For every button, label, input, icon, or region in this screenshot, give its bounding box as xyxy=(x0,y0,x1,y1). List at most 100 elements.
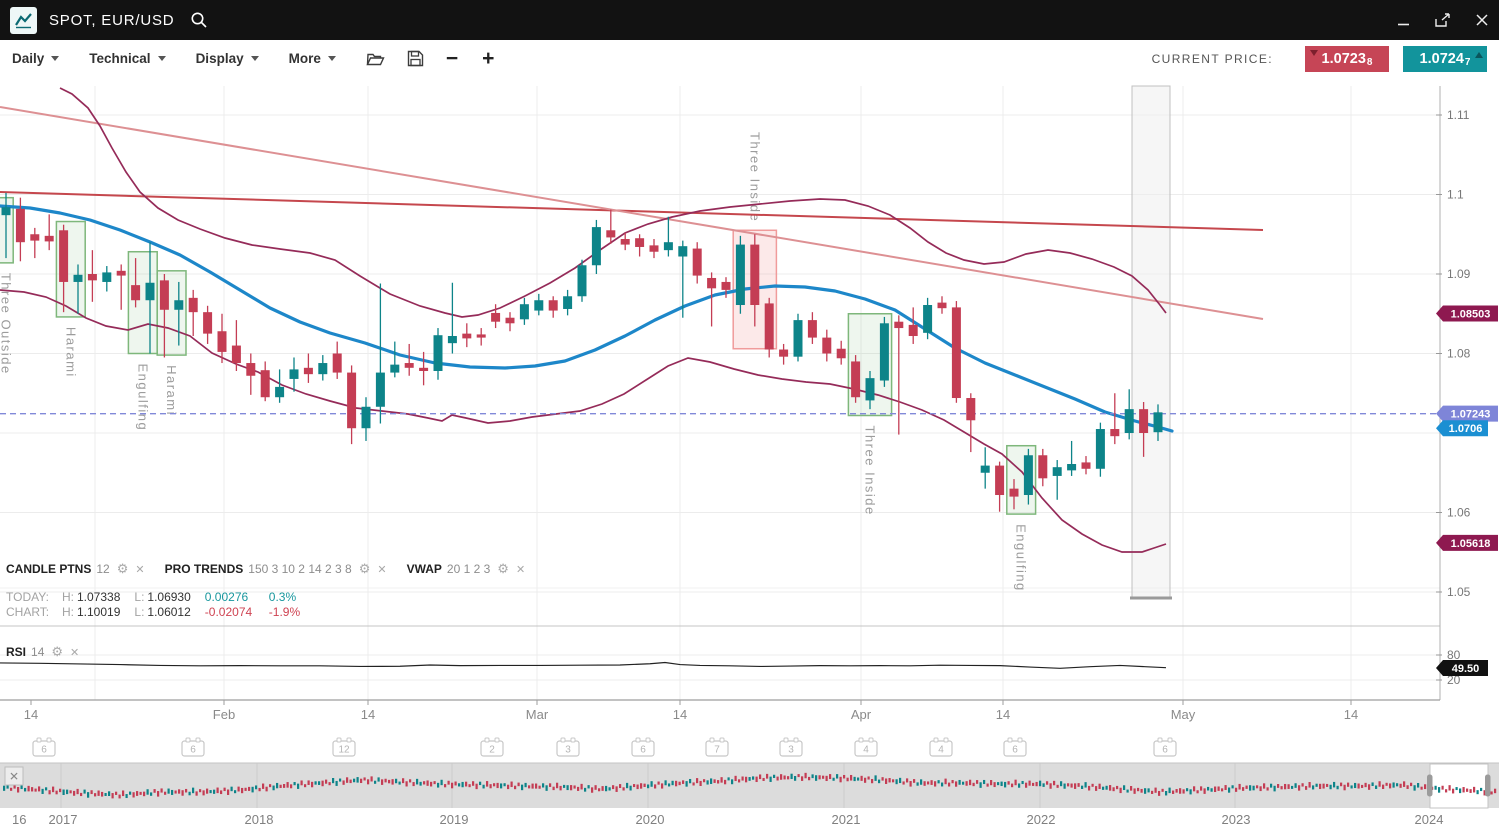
gear-icon[interactable]: ⚙ xyxy=(497,561,509,577)
calendar-icon[interactable]: 6 xyxy=(1004,738,1026,756)
candle-body xyxy=(1154,412,1163,432)
ask-price: 1.0724 xyxy=(1420,51,1464,67)
price-chart-canvas[interactable]: Three OutsideHaramiEngulfingHaramiThree … xyxy=(0,77,1499,831)
candle-body xyxy=(851,361,860,397)
menu-technical[interactable]: Technical xyxy=(89,51,165,66)
time-tick-label: 14 xyxy=(361,707,375,722)
candle-body xyxy=(938,303,947,309)
chart-change-pct: -1.9% xyxy=(269,605,300,619)
close-icon[interactable]: ✕ xyxy=(516,563,525,576)
price-tick-label: 1.08 xyxy=(1447,347,1471,361)
candle-body xyxy=(88,274,97,280)
candle-body xyxy=(434,335,443,371)
candle-body xyxy=(59,230,68,282)
candle-body xyxy=(290,369,299,379)
ask-price-subdigit: 7 xyxy=(1465,57,1471,72)
navigator-selection-window[interactable] xyxy=(1430,764,1488,808)
calendar-icon[interactable]: 6 xyxy=(1154,738,1176,756)
candle-body xyxy=(578,265,587,296)
time-tick-label: 14 xyxy=(1344,707,1358,722)
today-label: TODAY: xyxy=(6,590,62,604)
navigator-handle-right[interactable] xyxy=(1485,775,1491,797)
svg-text:7: 7 xyxy=(714,745,720,756)
candle-body xyxy=(1096,429,1105,469)
pattern-label: Harami xyxy=(63,327,78,378)
menu-technical-label: Technical xyxy=(89,51,150,66)
calendar-icon[interactable]: 3 xyxy=(557,738,579,756)
calendar-icon[interactable]: 4 xyxy=(855,738,877,756)
pattern-label: Three Inside xyxy=(747,132,762,222)
menu-more[interactable]: More xyxy=(289,51,336,66)
calendar-icon[interactable]: 6 xyxy=(33,738,55,756)
chart-area[interactable]: Three OutsideHaramiEngulfingHaramiThree … xyxy=(0,77,1499,831)
bid-price-box[interactable]: 1.07238 xyxy=(1305,46,1389,72)
calendar-icon[interactable]: 4 xyxy=(930,738,952,756)
candle-body xyxy=(30,234,39,240)
calendar-icon[interactable]: 6 xyxy=(182,738,204,756)
candle-body xyxy=(808,320,817,337)
candle-body xyxy=(779,350,788,357)
close-icon[interactable] xyxy=(1475,13,1489,27)
navigator-handle-left[interactable] xyxy=(1427,775,1433,797)
calendar-icon[interactable]: 2 xyxy=(481,738,503,756)
open-folder-icon[interactable] xyxy=(366,51,385,67)
close-icon[interactable]: ✕ xyxy=(135,563,144,576)
navigator-year-label: 2017 xyxy=(49,812,78,827)
gear-icon[interactable]: ⚙ xyxy=(51,644,63,660)
menu-display[interactable]: Display xyxy=(196,51,259,66)
svg-text:6: 6 xyxy=(41,745,47,756)
candle-body xyxy=(174,300,183,310)
candle-body xyxy=(2,207,11,215)
candle-body xyxy=(1038,455,1047,478)
popout-icon[interactable] xyxy=(1434,13,1451,28)
time-tick-label: 14 xyxy=(673,707,687,722)
close-icon[interactable]: ✕ xyxy=(70,646,79,659)
candle-body xyxy=(117,271,126,276)
price-tick-label: 1.1 xyxy=(1447,188,1464,202)
navigator-year-label: 2021 xyxy=(832,812,861,827)
today-high-value: 1.07338 xyxy=(77,590,120,604)
time-axis[interactable]: 14Feb14Mar14Apr14May14 xyxy=(24,700,1358,722)
zoom-out-button[interactable]: − xyxy=(446,49,458,69)
bid-price-subdigit: 8 xyxy=(1367,57,1373,72)
candle-body xyxy=(765,303,774,349)
calendar-icon[interactable]: 12 xyxy=(333,738,355,756)
candle-body xyxy=(203,312,212,333)
candle-body xyxy=(981,466,990,473)
calendar-icon[interactable]: 6 xyxy=(632,738,654,756)
candle-body xyxy=(261,370,270,397)
navigator-panel[interactable]: ✕1620172018201920202021202220232024 xyxy=(0,763,1499,827)
close-icon[interactable]: ✕ xyxy=(377,563,386,576)
gear-icon[interactable]: ⚙ xyxy=(359,561,371,577)
candle-body xyxy=(549,300,558,310)
time-tick-label: Feb xyxy=(213,707,235,722)
candle-body xyxy=(131,285,140,300)
candle-body xyxy=(318,363,327,374)
ask-price-box[interactable]: 1.07247 xyxy=(1403,46,1487,72)
preview-highlight-region[interactable] xyxy=(1130,86,1172,598)
search-icon[interactable] xyxy=(190,11,208,29)
candle-body xyxy=(621,239,630,245)
gear-icon[interactable]: ⚙ xyxy=(117,561,129,577)
trendline-light[interactable] xyxy=(0,107,1263,319)
calendar-event-markers: 6 6 12 2 3 6 7 3 4 4 6 6 xyxy=(33,738,1176,756)
minimize-button[interactable] xyxy=(1397,14,1410,27)
save-icon[interactable] xyxy=(407,50,424,67)
candle-body xyxy=(448,336,457,343)
navigator-year-label: 16 xyxy=(12,812,26,827)
chevron-down-icon xyxy=(251,56,259,65)
candle-body xyxy=(520,304,529,319)
candle-body xyxy=(246,363,255,376)
calendar-icon[interactable]: 3 xyxy=(780,738,802,756)
navigator-close-button[interactable]: ✕ xyxy=(5,767,23,785)
candle-body xyxy=(362,407,371,428)
candle-body xyxy=(880,323,889,380)
candle-body xyxy=(506,318,515,324)
zoom-in-button[interactable]: + xyxy=(482,49,494,69)
menu-daily[interactable]: Daily xyxy=(12,51,59,66)
chart-low-value: 1.06012 xyxy=(147,605,190,619)
calendar-icon[interactable]: 7 xyxy=(706,738,728,756)
price-axis[interactable]: 1.111.11.091.081.061.058020 xyxy=(1436,108,1471,687)
candle-body xyxy=(678,246,687,256)
time-tick-label: Mar xyxy=(526,707,549,722)
